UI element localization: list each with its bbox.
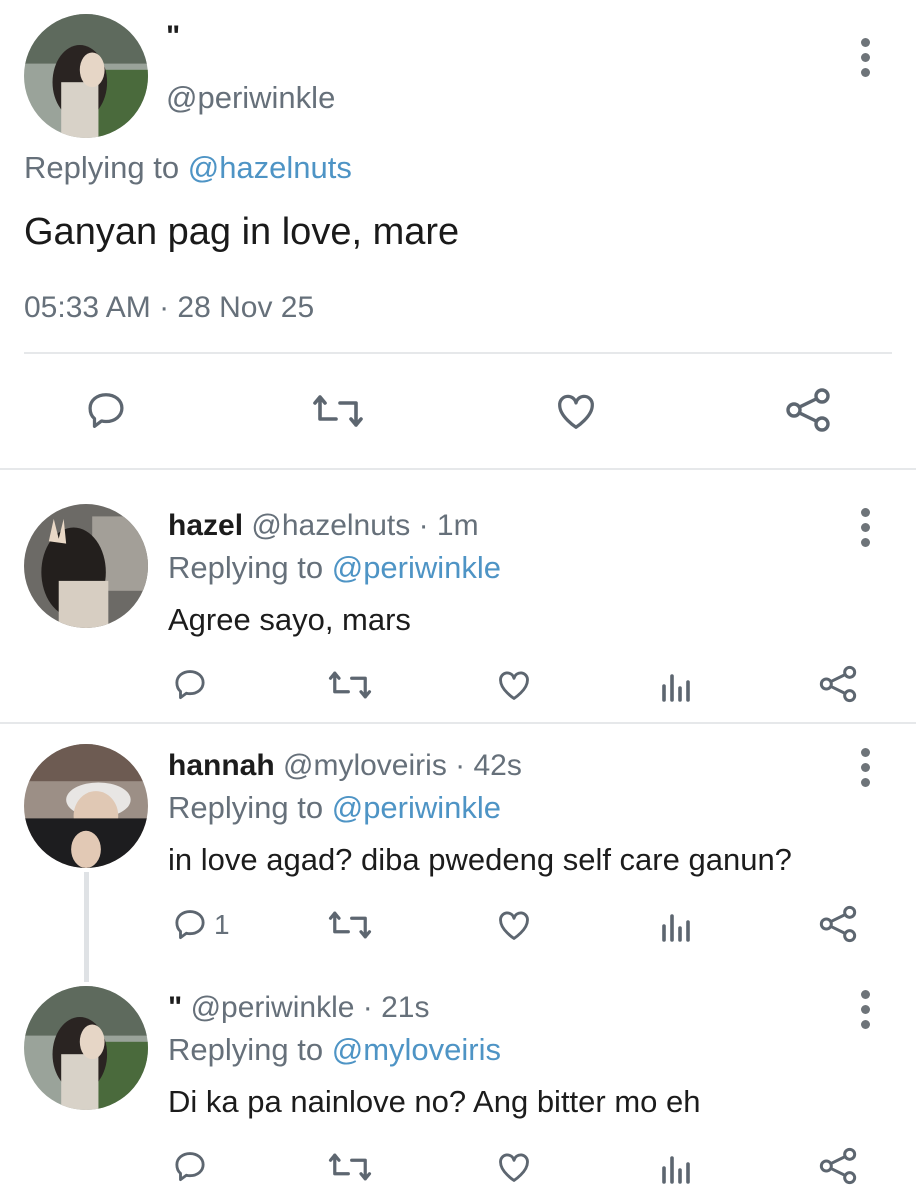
more-options-icon[interactable] <box>856 990 876 1034</box>
analytics-button[interactable] <box>660 910 692 942</box>
share-button[interactable] <box>818 904 858 944</box>
reply-button[interactable]: 1 <box>170 906 230 944</box>
retweet-button[interactable] <box>328 1150 372 1184</box>
more-options-icon[interactable] <box>856 508 876 552</box>
reply-header: " @periwinkle · 21s <box>168 990 429 1026</box>
timestamp: · 42s <box>455 749 522 782</box>
reply-count: 1 <box>214 909 230 940</box>
reply-button[interactable] <box>170 666 214 704</box>
replying-prefix: Replying to <box>24 150 180 185</box>
display-name[interactable]: " <box>166 20 180 54</box>
retweet-icon <box>328 911 372 939</box>
handle[interactable]: @hazelnuts <box>251 509 410 542</box>
retweet-icon <box>328 1153 372 1181</box>
comment-icon <box>175 670 205 700</box>
thread-line <box>84 872 89 982</box>
divider <box>24 352 892 354</box>
more-options-icon[interactable] <box>856 748 876 792</box>
share-icon <box>786 388 830 432</box>
replying-to: Replying to @periwinkle <box>168 790 501 826</box>
tweet-text: Ganyan pag in love, mare <box>24 211 460 253</box>
divider <box>0 722 916 724</box>
mention-link[interactable]: @hazelnuts <box>188 150 352 185</box>
handle[interactable]: @myloveiris <box>283 749 447 782</box>
display-name[interactable]: " <box>168 991 182 1024</box>
share-icon <box>819 1147 857 1185</box>
analytics-icon <box>662 1156 690 1184</box>
retweet-icon <box>313 395 363 427</box>
analytics-icon <box>662 914 690 942</box>
display-name[interactable]: hazel <box>168 509 243 542</box>
share-icon <box>819 905 857 943</box>
share-button[interactable] <box>818 1146 858 1186</box>
like-button[interactable] <box>552 388 600 434</box>
comment-icon <box>175 1152 205 1182</box>
reply-text: Di ka pa nainlove no? Ang bitter mo eh <box>168 1084 701 1119</box>
more-options-icon[interactable] <box>856 38 876 82</box>
analytics-icon <box>662 674 690 702</box>
analytics-button[interactable] <box>660 1152 692 1184</box>
avatar[interactable] <box>24 504 148 628</box>
replying-prefix: Replying to <box>168 790 324 825</box>
heart-icon <box>499 671 529 700</box>
replying-prefix: Replying to <box>168 1032 324 1067</box>
retweet-button[interactable] <box>328 908 372 942</box>
retweet-button[interactable] <box>312 390 364 432</box>
reply-header: hazel @hazelnuts · 1m <box>168 508 479 544</box>
reply-header: hannah @myloveiris · 42s <box>168 748 522 784</box>
like-button[interactable] <box>494 666 534 704</box>
replying-to: Replying to @myloveiris <box>168 1032 501 1068</box>
comment-icon <box>88 393 124 428</box>
heart-icon <box>499 911 529 940</box>
handle[interactable]: @periwinkle <box>166 80 335 116</box>
replying-to: Replying to @hazelnuts <box>24 150 352 186</box>
mention-link[interactable]: @periwinkle <box>332 790 501 825</box>
share-button[interactable] <box>784 386 832 434</box>
comment-icon <box>175 910 205 940</box>
replying-to: Replying to @periwinkle <box>168 550 501 586</box>
heart-icon <box>499 1153 529 1182</box>
avatar[interactable] <box>24 986 148 1110</box>
mention-link[interactable]: @myloveiris <box>332 1032 501 1067</box>
like-button[interactable] <box>494 1148 534 1186</box>
share-icon <box>819 665 857 703</box>
mention-link[interactable]: @periwinkle <box>332 550 501 585</box>
timestamp: · 1m <box>418 509 479 542</box>
timestamp: · 21s <box>362 991 430 1024</box>
reply-button[interactable] <box>170 1148 214 1186</box>
display-name[interactable]: hannah <box>168 749 275 782</box>
avatar[interactable] <box>24 14 148 138</box>
handle[interactable]: @periwinkle <box>191 991 355 1024</box>
analytics-button[interactable] <box>660 670 692 702</box>
retweet-icon <box>328 671 372 699</box>
timestamp: 05:33 AM · 28 Nov 25 <box>24 291 315 324</box>
reply-text: in love agad? diba pwedeng self care gan… <box>168 842 792 877</box>
reply-text: Agree sayo, mars <box>168 602 411 637</box>
like-button[interactable] <box>494 906 534 944</box>
avatar[interactable] <box>24 744 148 868</box>
reply-button[interactable] <box>82 388 130 434</box>
heart-icon <box>558 394 594 429</box>
replying-prefix: Replying to <box>168 550 324 585</box>
share-button[interactable] <box>818 664 858 704</box>
divider <box>0 468 916 470</box>
retweet-button[interactable] <box>328 668 372 702</box>
